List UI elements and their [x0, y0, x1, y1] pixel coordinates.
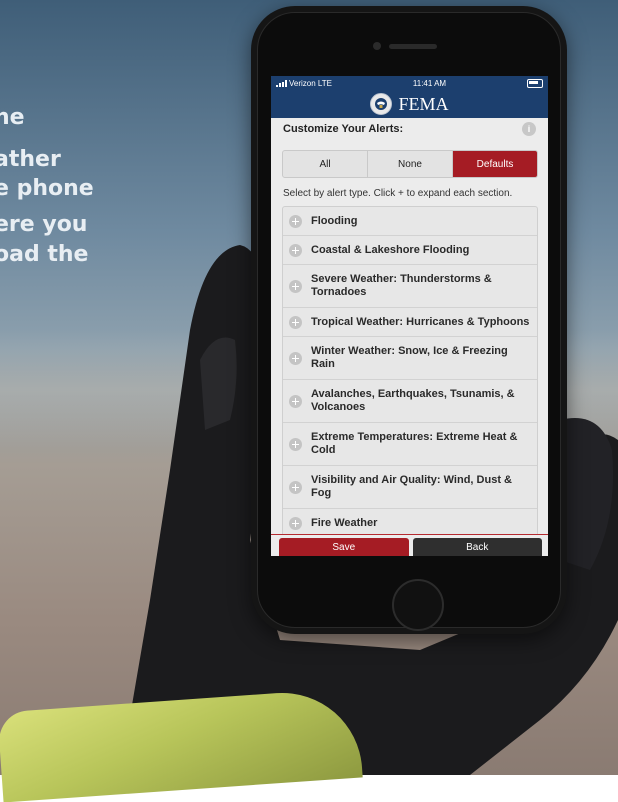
alert-type-label: Winter Weather: Snow, Ice & Freezing Rai…	[311, 345, 508, 370]
segment-none[interactable]: None	[368, 151, 453, 177]
expand-plus-icon[interactable]	[289, 243, 302, 257]
alert-type-label: Avalanches, Earthquakes, Tsunamis, & Vol…	[311, 388, 515, 413]
segment-defaults[interactable]: Defaults	[453, 151, 537, 177]
app-screen: Verizon LTE 11:41 AM FEMA Customize Your…	[271, 76, 548, 556]
selection-segmented-control: All None Defaults	[282, 150, 538, 178]
alert-type-list: Flooding Coastal & Lakeshore Flooding Se…	[282, 206, 538, 538]
expand-plus-icon[interactable]	[289, 437, 302, 451]
list-item[interactable]: Fire Weather	[283, 509, 537, 537]
expand-plus-icon[interactable]	[289, 214, 302, 228]
alert-type-label: Visibility and Air Quality: Wind, Dust &…	[311, 474, 512, 499]
alert-type-label: Tropical Weather: Hurricanes & Typhoons	[311, 315, 530, 328]
speaker-grille	[389, 44, 437, 49]
expand-plus-icon[interactable]	[289, 516, 302, 530]
status-bar: Verizon LTE 11:41 AM	[271, 76, 548, 90]
home-button[interactable]	[392, 579, 444, 631]
carrier-name: Verizon	[289, 78, 316, 88]
alert-type-label: Coastal & Lakeshore Flooding	[311, 243, 470, 256]
list-item[interactable]: Tropical Weather: Hurricanes & Typhoons	[283, 308, 537, 337]
app-title: FEMA	[398, 93, 449, 114]
app-header: FEMA	[271, 90, 548, 118]
list-item[interactable]: Flooding	[283, 207, 537, 236]
save-button[interactable]: Save	[279, 538, 409, 556]
alert-type-label: Severe Weather: Thunderstorms & Tornadoe…	[311, 273, 492, 298]
alert-type-label: Fire Weather	[311, 516, 378, 529]
expand-plus-icon[interactable]	[289, 351, 302, 365]
list-item[interactable]: Visibility and Air Quality: Wind, Dust &…	[283, 466, 537, 509]
segment-all[interactable]: All	[283, 151, 368, 177]
list-item[interactable]: Severe Weather: Thunderstorms & Tornadoe…	[283, 265, 537, 308]
instruction-text: Select by alert type. Click + to expand …	[283, 188, 513, 199]
status-time: 11:41 AM	[412, 78, 447, 88]
info-icon[interactable]: i	[522, 122, 536, 136]
expand-plus-icon[interactable]	[289, 279, 302, 293]
network-type: LTE	[317, 78, 332, 88]
list-item[interactable]: Coastal & Lakeshore Flooding	[283, 236, 537, 265]
camera-icon	[373, 42, 381, 50]
expand-plus-icon[interactable]	[289, 480, 302, 494]
battery-icon	[527, 78, 543, 88]
list-item[interactable]: Winter Weather: Snow, Ice & Freezing Rai…	[283, 337, 537, 380]
alert-type-label: Flooding	[311, 214, 358, 227]
list-item[interactable]: Extreme Temperatures: Extreme Heat & Col…	[283, 423, 537, 466]
section-title: Customize Your Alerts:	[283, 123, 404, 135]
bottom-action-bar: Save Back	[271, 534, 548, 556]
back-button[interactable]: Back	[412, 538, 542, 556]
list-item[interactable]: Avalanches, Earthquakes, Tsunamis, & Vol…	[283, 380, 537, 423]
carrier-group: Verizon LTE	[276, 79, 332, 88]
expand-plus-icon[interactable]	[289, 394, 302, 408]
signal-icon	[276, 79, 287, 87]
dhs-seal-icon	[370, 93, 393, 115]
alert-type-label: Extreme Temperatures: Extreme Heat & Col…	[311, 431, 518, 456]
expand-plus-icon[interactable]	[289, 315, 302, 329]
section-header: Customize Your Alerts: i	[271, 118, 548, 140]
